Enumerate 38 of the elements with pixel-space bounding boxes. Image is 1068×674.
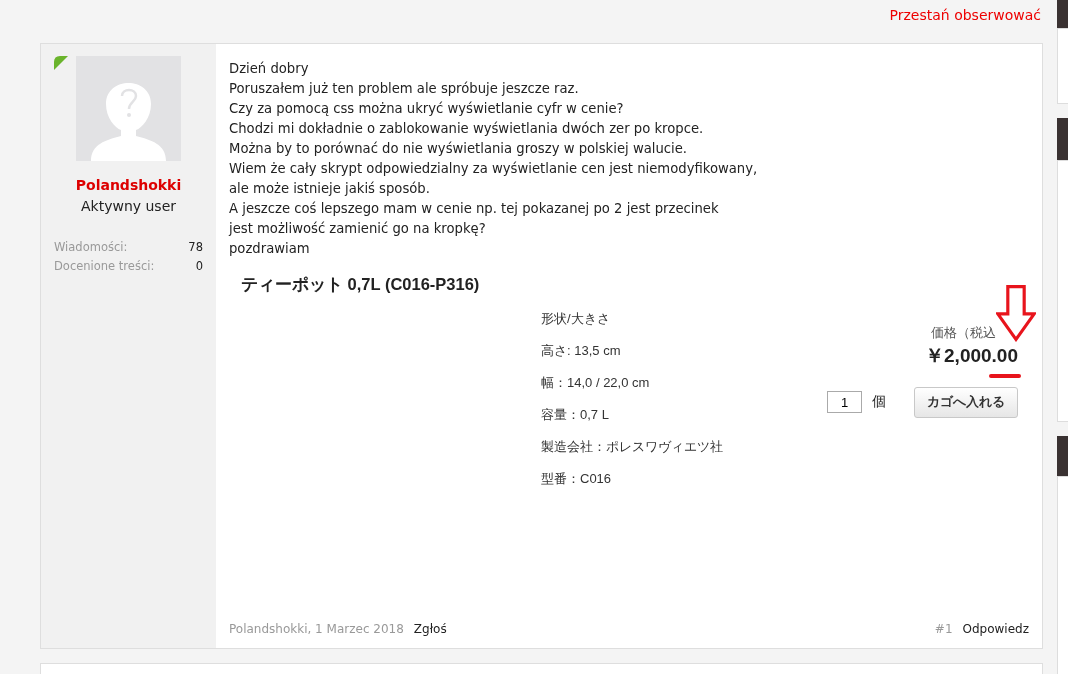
- product-title: ティーポット 0,7L (C016-P316): [241, 274, 481, 295]
- panel-header: [1057, 436, 1068, 476]
- message-line: Chodzi mi dokładnie o zablokowanie wyświetlania dwóch zer po kropce.: [229, 120, 705, 138]
- spec-line: 製造会社：ポレスワヴィエツ社: [541, 438, 723, 454]
- report-link[interactable]: Zgłoś: [413, 620, 447, 638]
- author-name[interactable]: Polandshokki: [54, 175, 203, 196]
- underline-mark: [989, 373, 1021, 379]
- message-line: Poruszałem już ten problem ale spróbuje jeszcze raz.: [229, 80, 580, 98]
- panel-header: [1057, 118, 1068, 160]
- spec-line: 形状/大きさ: [541, 310, 610, 326]
- spec-line: 幅：14,0 / 22,0 cm: [541, 374, 650, 390]
- message-line: pozdrawiam: [229, 240, 311, 258]
- spec-line: 容量：0,7 L: [541, 406, 609, 422]
- add-to-cart-button[interactable]: カゴへ入れる: [914, 386, 1018, 418]
- price: ￥2,000.00: [925, 344, 1018, 369]
- stat-value: 0: [195, 258, 203, 276]
- price-label: 価格（税込: [931, 323, 996, 342]
- stat-label: Wiadomości:: [54, 239, 128, 256]
- author-rank: Aktywny user: [79, 197, 178, 216]
- unit-label: 個: [872, 393, 886, 411]
- reply-link[interactable]: Odpowiedz: [962, 620, 1029, 638]
- message-line: Czy za pomocą css można ukryć wyświetlanie cyfr w cenie?: [229, 100, 625, 118]
- message-line: jest możliwość zamienić go na kropkę?: [229, 220, 487, 238]
- avatar-icon: [76, 56, 181, 161]
- quantity-field[interactable]: 1: [827, 391, 862, 414]
- message-line: Dzień dobry: [229, 60, 310, 78]
- message-line: Wiem że cały skrypt odpowiedzialny za wyświetlanie cen jest niemodyfikowany,: [229, 160, 759, 178]
- message-line: ale może istnieje jakiś sposób.: [229, 180, 431, 198]
- post-meta: Polandshokki, 1 Marzec 2018: [229, 621, 404, 638]
- spec-line: 型番：C016: [541, 470, 612, 486]
- spec-line: 高さ: 13,5 cm: [541, 342, 621, 358]
- panel-header: [1057, 0, 1068, 28]
- message-line: Można by to porównać do nie wyświetlania groszy w polskiej walucie.: [229, 140, 688, 158]
- message-line: A jeszcze coś lepszego mam w cenie np. tej pokazanej po 2 jest przecinek: [229, 200, 720, 218]
- unfollow-link[interactable]: Przestań obserwować: [889, 5, 1041, 26]
- stat-value: 78: [188, 239, 203, 256]
- down-arrow-icon: [996, 284, 1036, 343]
- stat-label: Docenione treści:: [54, 258, 155, 276]
